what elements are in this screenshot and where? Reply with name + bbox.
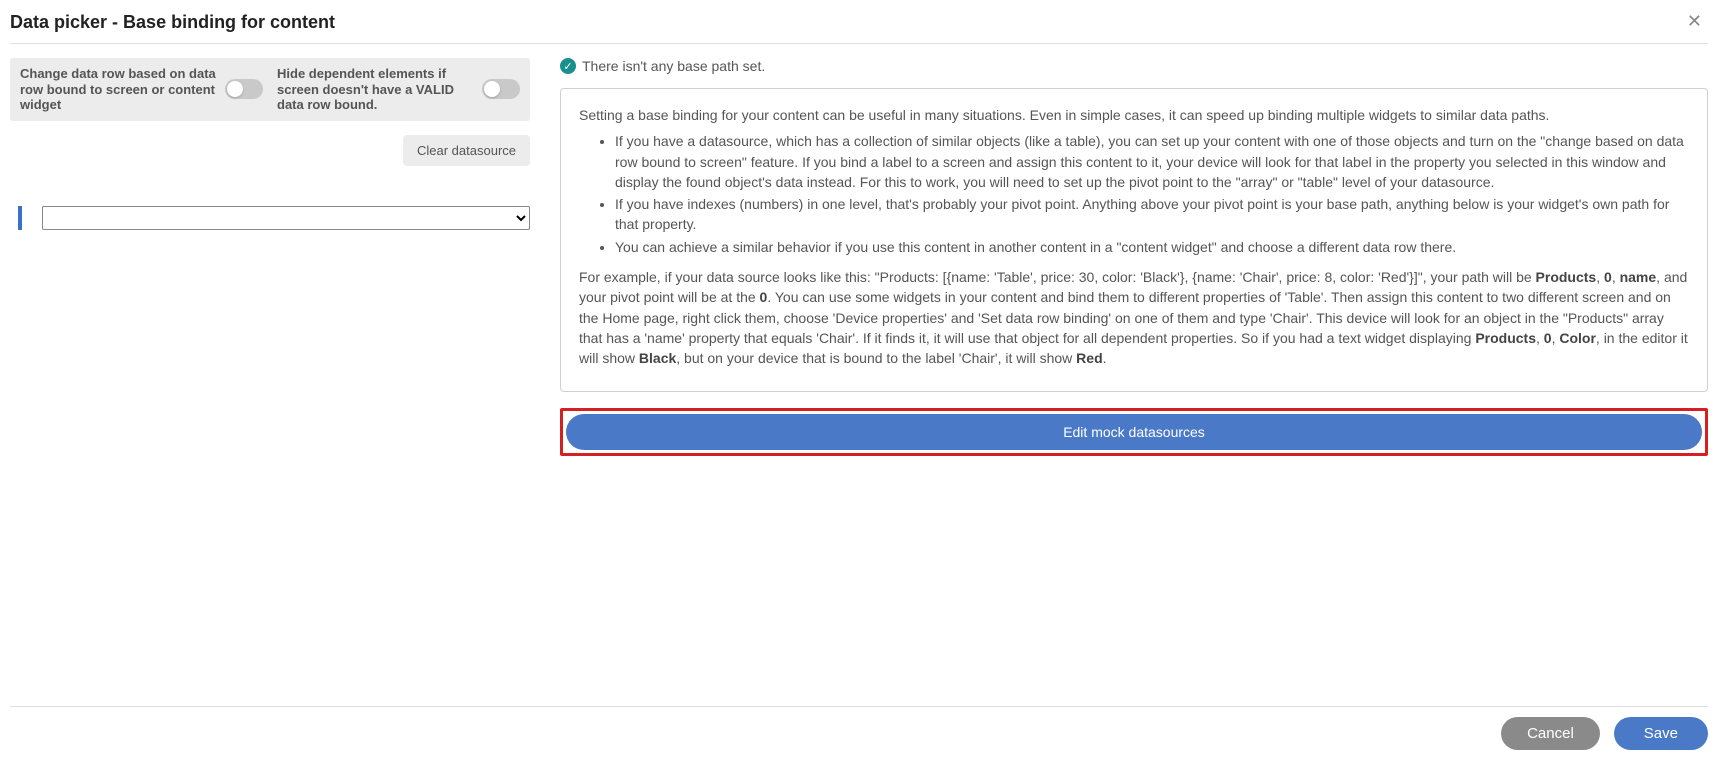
dialog-header: Data picker - Base binding for content ✕ (10, 8, 1708, 44)
toggle-hide-dependent-label: Hide dependent elements if screen doesn'… (277, 66, 474, 113)
datasource-select[interactable] (42, 206, 530, 230)
status-text: There isn't any base path set. (582, 58, 765, 74)
clear-datasource-button[interactable]: Clear datasource (403, 135, 530, 166)
check-circle-icon: ✓ (560, 58, 576, 74)
toggle-change-row-label: Change data row based on data row bound … (20, 66, 217, 113)
info-bullet-2: If you have indexes (numbers) in one lev… (615, 194, 1689, 235)
close-icon[interactable]: ✕ (1681, 12, 1708, 30)
options-panel: Change data row based on data row bound … (10, 58, 530, 121)
info-example: For example, if your data source looks l… (579, 267, 1689, 368)
toggle-change-row[interactable] (225, 79, 263, 99)
cancel-button[interactable]: Cancel (1501, 717, 1600, 750)
dialog-footer: Cancel Save (10, 706, 1708, 750)
edit-mock-datasources-button[interactable]: Edit mock datasources (566, 414, 1702, 450)
info-bullet-1: If you have a datasource, which has a co… (615, 131, 1689, 192)
dialog-title: Data picker - Base binding for content (10, 12, 335, 33)
info-bullet-3: You can achieve a similar behavior if yo… (615, 237, 1689, 257)
info-intro: Setting a base binding for your content … (579, 105, 1689, 125)
status-line: ✓ There isn't any base path set. (560, 58, 1708, 74)
info-box: Setting a base binding for your content … (560, 88, 1708, 392)
highlighted-button-frame: Edit mock datasources (560, 408, 1708, 456)
toggle-hide-dependent[interactable] (482, 79, 520, 99)
save-button[interactable]: Save (1614, 717, 1708, 750)
path-level-indicator (18, 206, 22, 230)
